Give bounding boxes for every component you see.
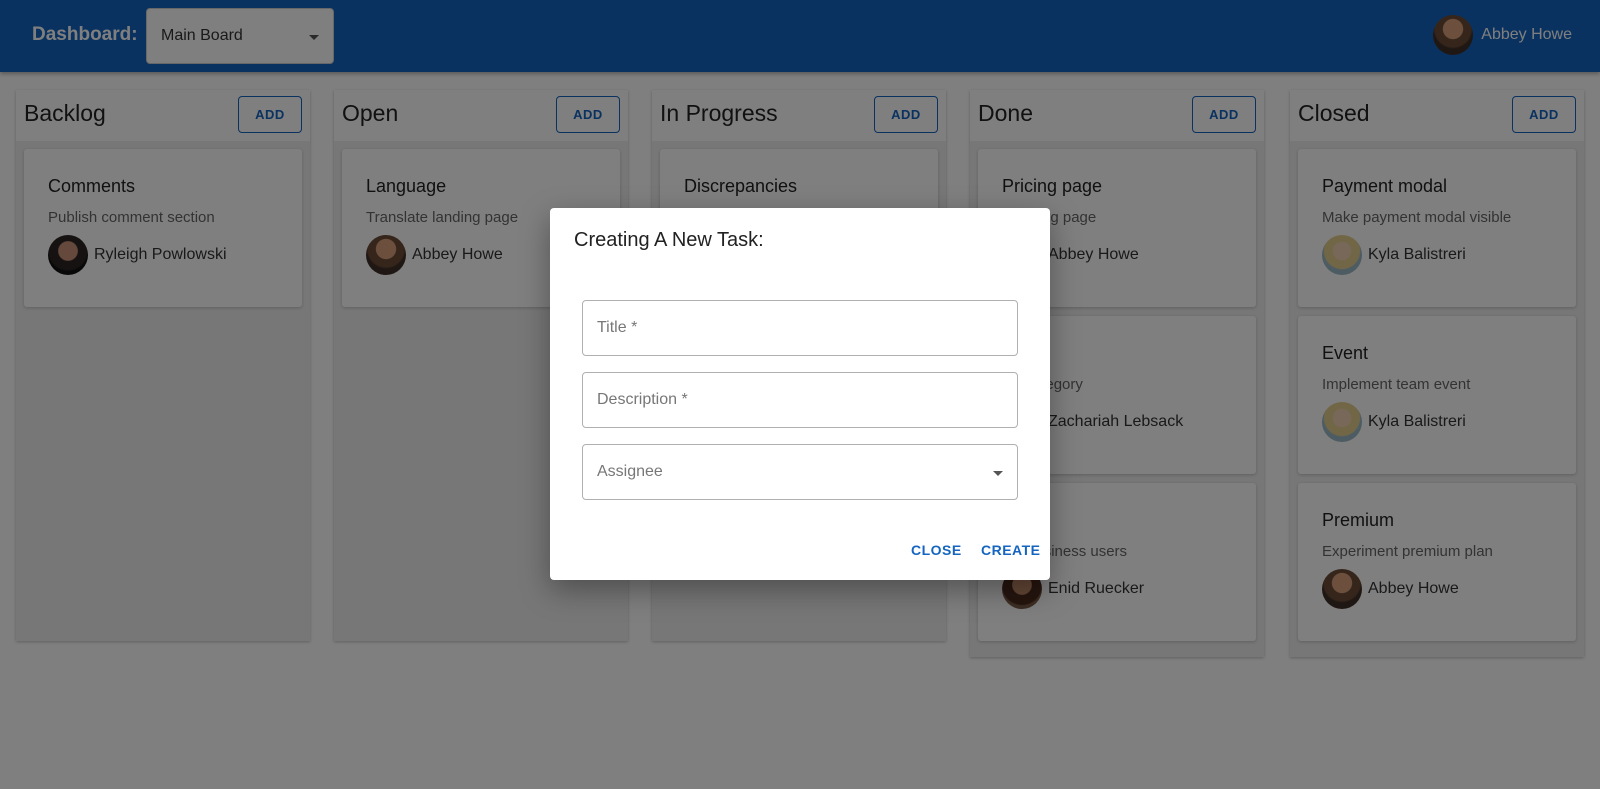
title-placeholder: Title * bbox=[597, 319, 638, 336]
assignee-placeholder: Assignee bbox=[597, 463, 663, 480]
assignee-select[interactable]: Assignee bbox=[582, 444, 1018, 500]
title-input[interactable]: Title * bbox=[582, 300, 1018, 356]
chevron-down-icon bbox=[993, 471, 1003, 476]
description-input[interactable]: Description * bbox=[582, 372, 1018, 428]
create-button[interactable]: CREATE bbox=[981, 542, 1041, 558]
dialog-title: Creating A New Task: bbox=[574, 229, 764, 251]
new-task-dialog: Creating A New Task: Title * Description… bbox=[550, 208, 1050, 580]
description-placeholder: Description * bbox=[597, 391, 688, 408]
close-button[interactable]: CLOSE bbox=[911, 542, 962, 558]
